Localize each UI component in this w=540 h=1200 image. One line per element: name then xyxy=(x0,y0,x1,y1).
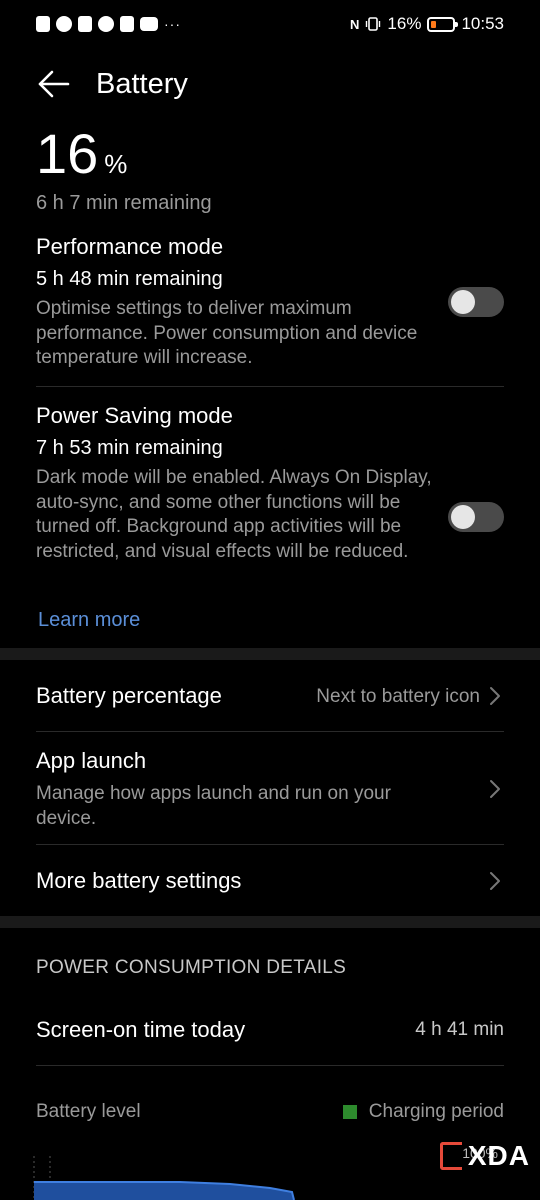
divider xyxy=(36,1065,504,1066)
status-battery-percent: 16% xyxy=(387,14,422,33)
app-launch-row[interactable]: App launch Manage how apps launch and ru… xyxy=(36,748,504,831)
battery-percentage-row[interactable]: Battery percentage Next to battery icon xyxy=(36,683,504,713)
chevron-right-icon xyxy=(490,687,500,705)
performance-mode-toggle[interactable] xyxy=(448,287,504,317)
charging-period-label: Charging period xyxy=(368,1101,504,1122)
battery-level-area xyxy=(34,1182,294,1200)
performance-mode-description: Optimise settings to deliver maximum per… xyxy=(36,298,418,368)
power-saving-mode-toggle[interactable] xyxy=(448,502,504,532)
xda-watermark: XDA xyxy=(439,1140,530,1172)
power-consumption-header: POWER CONSUMPTION DETAILS xyxy=(36,957,347,978)
divider xyxy=(36,844,504,845)
vibrate-icon xyxy=(366,17,381,31)
back-arrow-icon[interactable] xyxy=(36,66,72,102)
performance-mode-row[interactable]: Performance mode 5 h 48 min remaining Op… xyxy=(36,234,504,371)
power-saving-mode-title: Power Saving mode xyxy=(36,403,233,428)
toggle-knob xyxy=(451,290,475,314)
section-separator xyxy=(0,648,540,660)
divider xyxy=(36,731,504,732)
status-bar: ··· N 16% 10:53 xyxy=(0,0,540,52)
xda-watermark-text: XDA xyxy=(467,1140,530,1171)
page-title: Battery xyxy=(96,68,188,100)
charging-period-swatch xyxy=(342,1105,357,1119)
screen-on-time-value: 4 h 41 min xyxy=(415,1019,504,1040)
performance-mode-title: Performance mode xyxy=(36,234,224,259)
notification-icons: ··· xyxy=(36,16,181,32)
nfc-icon: N xyxy=(350,16,360,32)
battery-percentage-value: Next to battery icon xyxy=(316,686,480,707)
messenger-icon xyxy=(98,16,114,32)
battery-level: 16% xyxy=(36,124,127,194)
battery-remaining: 6 h 7 min remaining xyxy=(36,192,212,214)
battery-level-chart-label: Battery level xyxy=(36,1101,141,1122)
divider xyxy=(36,386,504,387)
power-saving-mode-remaining: 7 h 53 min remaining xyxy=(36,437,223,459)
battery-icon xyxy=(427,16,459,32)
battery-level-unit: % xyxy=(104,149,128,179)
app-launch-title: App launch xyxy=(36,748,147,773)
chevron-right-icon xyxy=(490,780,500,798)
power-saving-mode-description: Dark mode will be enabled. Always On Dis… xyxy=(36,467,432,562)
more-battery-settings-title: More battery settings xyxy=(36,868,242,893)
youtube-icon xyxy=(140,17,158,31)
toggle-knob xyxy=(451,505,475,529)
chevron-right-icon xyxy=(490,872,500,890)
chart-legend: Charging period xyxy=(342,1101,504,1123)
alert-icon xyxy=(120,16,134,32)
status-time: 10:53 xyxy=(461,14,504,33)
alert-icon xyxy=(36,16,50,32)
app-launch-description: Manage how apps launch and run on your d… xyxy=(36,783,391,829)
more-notifications-icon: ··· xyxy=(164,16,181,32)
system-icons: N 16% 10:53 xyxy=(350,14,504,34)
screen-on-time-label[interactable]: Screen-on time today xyxy=(36,1017,245,1043)
learn-more-link[interactable]: Learn more xyxy=(38,609,140,632)
battery-level-chart[interactable] xyxy=(30,1150,510,1200)
xda-logo-icon xyxy=(439,1142,462,1170)
performance-mode-remaining: 5 h 48 min remaining xyxy=(36,268,223,290)
whatsapp-icon xyxy=(56,16,72,32)
power-saving-mode-row[interactable]: Power Saving mode 7 h 53 min remaining D… xyxy=(36,403,504,564)
message-icon xyxy=(78,16,92,32)
section-separator xyxy=(0,916,540,928)
battery-level-value: 16 xyxy=(36,122,99,185)
more-battery-settings-row[interactable]: More battery settings xyxy=(36,868,504,898)
